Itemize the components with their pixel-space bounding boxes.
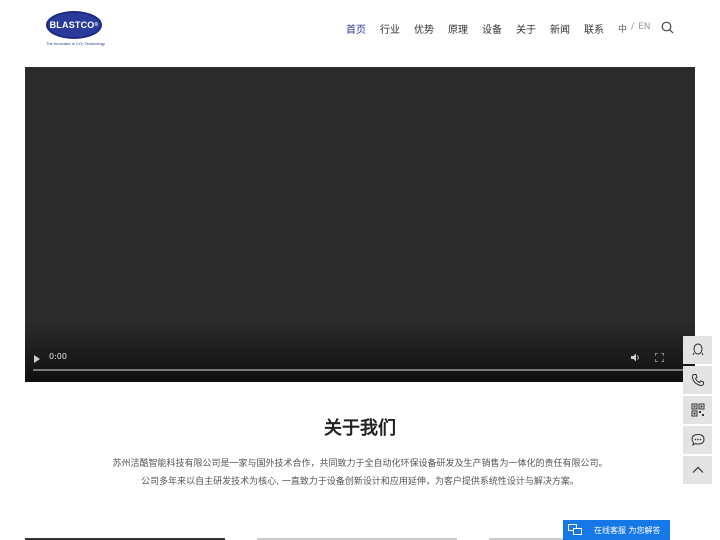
phone-icon	[691, 374, 704, 387]
volume-icon[interactable]	[631, 353, 641, 362]
nav-item-about[interactable]: 关于	[516, 21, 536, 36]
nav-item-equipment[interactable]: 设备	[482, 21, 502, 36]
site-header: BLASTCO ® The Innovator in CO₂ Technology…	[0, 0, 720, 58]
video-time: 0:00	[49, 352, 67, 361]
qrcode-button[interactable]	[683, 396, 712, 424]
phone-button[interactable]	[683, 366, 712, 394]
about-description-2: 公司多年来以自主研发技术为核心, 一直致力于设备创新设计和应用延伸，为客户提供系…	[141, 477, 579, 487]
side-float-bar	[683, 336, 712, 486]
lang-zh[interactable]: 中	[618, 22, 627, 35]
about-title: 关于我们	[324, 418, 396, 439]
logo-tagline: The Innovator in CO₂ Technology	[46, 41, 105, 46]
chat-icon	[568, 524, 582, 535]
logo-mark: BLASTCO ®	[46, 11, 102, 39]
fullscreen-icon[interactable]	[655, 353, 664, 362]
video-progress-bar[interactable]	[33, 369, 687, 371]
qq-button[interactable]	[683, 336, 712, 364]
video-controls-shade	[25, 322, 695, 382]
play-icon[interactable]	[34, 355, 40, 363]
nav-item-principle[interactable]: 原理	[448, 21, 468, 36]
main-nav: 首页 行业 优势 原理 设备 关于 新闻 联系	[346, 21, 604, 36]
nav-item-advantages[interactable]: 优势	[414, 21, 434, 36]
video-player[interactable]: 0:00	[25, 67, 695, 382]
online-service-label: 在线客服 为您解答	[594, 525, 661, 535]
nav-item-home[interactable]: 首页	[346, 21, 366, 36]
lang-separator: /	[631, 22, 635, 32]
message-icon	[690, 433, 705, 447]
logo[interactable]: BLASTCO ® The Innovator in CO₂ Technology	[46, 11, 106, 51]
back-to-top-button[interactable]	[683, 456, 712, 484]
online-service-button[interactable]: 在线客服 为您解答	[563, 520, 670, 540]
lang-en[interactable]: EN	[638, 22, 650, 35]
nav-item-industry[interactable]: 行业	[380, 21, 400, 36]
language-switch: 中 / EN	[618, 22, 650, 35]
nav-item-news[interactable]: 新闻	[550, 21, 570, 36]
qq-icon	[692, 343, 703, 356]
search-icon[interactable]	[661, 21, 674, 34]
chevron-up-icon	[692, 466, 703, 473]
about-description-1: 苏州洁酷智能科技有限公司是一家与国外技术合作，共同致力于全自动化环保设备研发及生…	[112, 459, 608, 469]
message-button[interactable]	[683, 426, 712, 454]
qrcode-icon	[691, 403, 704, 417]
nav-item-contact[interactable]: 联系	[584, 21, 604, 36]
